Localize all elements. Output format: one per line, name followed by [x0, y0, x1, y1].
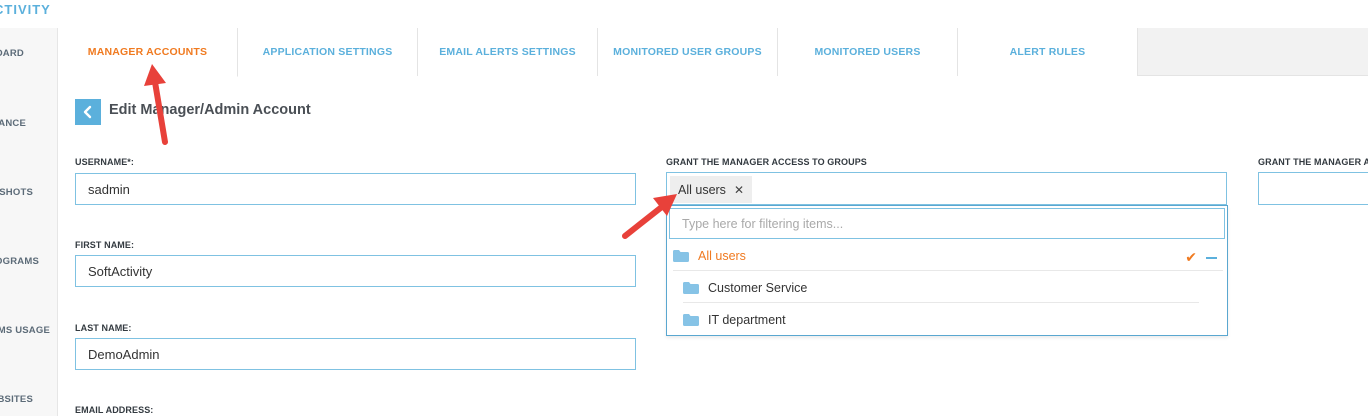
- folder-icon: [683, 314, 699, 326]
- tree-item-label: All users: [698, 248, 746, 263]
- minus-icon[interactable]: [1206, 256, 1217, 259]
- first-name-field[interactable]: SoftActivity: [75, 255, 636, 287]
- tree-item-all-users[interactable]: All users ✔: [673, 241, 1223, 271]
- group-filter-input[interactable]: [669, 208, 1225, 239]
- tree-item-label: Customer Service: [708, 280, 808, 295]
- second-grant-field[interactable]: [1258, 172, 1368, 205]
- folder-icon: [683, 281, 699, 294]
- first-name-label: FIRST NAME:: [75, 240, 135, 250]
- selected-group-tag-label: All users: [678, 182, 726, 197]
- groups-label: GRANT THE MANAGER ACCESS TO GROUPS: [666, 157, 867, 167]
- sidebar-item-dashboard[interactable]: OARD: [0, 48, 24, 59]
- second-grant-label: GRANT THE MANAGER ACC: [1258, 157, 1368, 167]
- folder-icon: [673, 249, 689, 262]
- sidebar-item-attendance[interactable]: DANCE: [0, 118, 26, 129]
- top-bar: CTIVITY: [0, 0, 1368, 28]
- sidebar-item-screenshots[interactable]: NSHOTS: [0, 187, 33, 198]
- chevron-left-icon: [83, 105, 92, 119]
- last-name-label: LAST NAME:: [75, 323, 132, 333]
- tab-application-settings[interactable]: APPLICATION SETTINGS: [238, 28, 418, 76]
- sidebar: OARD DANCE NSHOTS ROGRAMS AMS USAGE EBSI…: [0, 28, 58, 416]
- sidebar-item-websites[interactable]: EBSITES: [0, 394, 33, 405]
- sidebar-item-programs-usage[interactable]: AMS USAGE: [0, 325, 50, 336]
- username-label: USERNAME*:: [75, 157, 135, 167]
- groups-multiselect[interactable]: All users ✕: [666, 172, 1227, 205]
- tab-manager-accounts[interactable]: MANAGER ACCOUNTS: [58, 28, 238, 77]
- close-icon[interactable]: ✕: [734, 183, 744, 197]
- settings-tabs: MANAGER ACCOUNTS APPLICATION SETTINGS EM…: [58, 28, 1368, 77]
- page-title: Edit Manager/Admin Account: [109, 102, 311, 118]
- tab-monitored-users[interactable]: MONITORED USERS: [778, 28, 958, 76]
- username-field[interactable]: sadmin: [75, 173, 636, 205]
- selected-group-tag: All users ✕: [670, 176, 752, 203]
- email-label: EMAIL ADDRESS:: [75, 405, 154, 415]
- tree-item-customer-service[interactable]: Customer Service: [683, 273, 1199, 303]
- tab-monitored-user-groups[interactable]: MONITORED USER GROUPS: [598, 28, 778, 76]
- back-button[interactable]: [75, 99, 101, 125]
- tab-email-alerts-settings[interactable]: EMAIL ALERTS SETTINGS: [418, 28, 598, 76]
- row-actions: ✔: [1185, 249, 1217, 266]
- tab-alert-rules[interactable]: ALERT RULES: [958, 28, 1138, 76]
- app-title: CTIVITY: [0, 2, 51, 17]
- sidebar-item-programs[interactable]: ROGRAMS: [0, 256, 39, 267]
- last-name-field[interactable]: DemoAdmin: [75, 338, 636, 370]
- tree-item-it-department[interactable]: IT department: [683, 305, 1199, 335]
- tree-item-label: IT department: [708, 313, 786, 327]
- groups-dropdown: All users ✔ Customer Service IT departme…: [666, 205, 1228, 336]
- check-icon: ✔: [1185, 249, 1197, 265]
